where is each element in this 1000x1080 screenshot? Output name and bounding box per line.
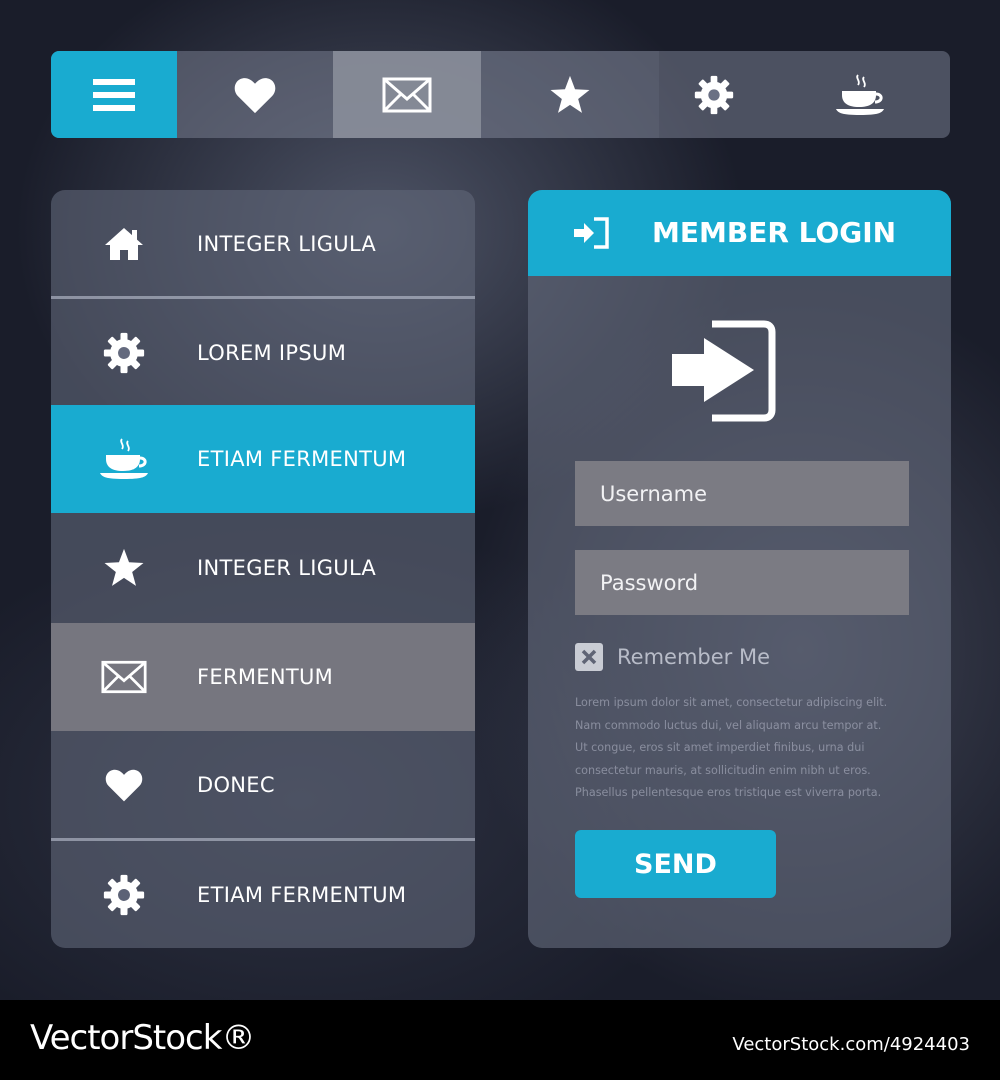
sidebar-item-etiam-fermentum-2[interactable]: ETIAM FERMENTUM: [51, 841, 475, 948]
sidebar-item-label: DONEC: [197, 773, 275, 797]
mail-icon: [101, 660, 147, 694]
sidebar-item-label: INTEGER LIGULA: [197, 232, 377, 256]
menu-icon: [93, 78, 135, 111]
sidebar-item-etiam-fermentum-active[interactable]: ETIAM FERMENTUM: [51, 405, 475, 513]
mail-icon: [382, 77, 432, 112]
topbar-favorites-button[interactable]: [177, 51, 333, 138]
description-line: Phasellus pellentesque eros tristique es…: [575, 786, 882, 799]
watermark-id: VectorStock.com/4924403: [732, 1034, 970, 1055]
sidebar-item-fermentum[interactable]: FERMENTUM: [51, 623, 475, 731]
heart-icon: [105, 769, 143, 802]
description-text: Lorem ipsum dolor sit amet, consectetur …: [575, 692, 925, 805]
remember-me-checkbox[interactable]: [575, 643, 603, 671]
side-menu: INTEGER LIGULA LOREM IPSUM ETIAM FERMENT…: [51, 190, 475, 948]
heart-icon: [234, 77, 276, 113]
description-line: Ut congue, eros sit amet imperdiet finib…: [575, 741, 865, 754]
sidebar-item-label: FERMENTUM: [197, 665, 334, 689]
description-line: Lorem ipsum dolor sit amet, consectetur …: [575, 696, 888, 709]
sidebar-item-label: ETIAM FERMENTUM: [197, 447, 407, 471]
topbar-menu-button[interactable]: [51, 51, 177, 138]
sign-in-icon: [574, 217, 609, 249]
sidebar-item-label: LOREM IPSUM: [197, 341, 347, 365]
login-header: MEMBER LOGIN: [528, 190, 951, 276]
sidebar-item-integer-ligula-2[interactable]: INTEGER LIGULA: [51, 514, 475, 622]
top-nav-bar: [51, 51, 950, 138]
send-button[interactable]: SEND: [575, 830, 776, 898]
gear-icon: [103, 874, 145, 916]
sidebar-item-integer-ligula[interactable]: INTEGER LIGULA: [51, 190, 475, 298]
sign-in-icon: [672, 320, 776, 422]
sidebar-item-label: INTEGER LIGULA: [197, 556, 377, 580]
username-field[interactable]: [575, 461, 909, 526]
topbar-settings-button[interactable]: [659, 51, 769, 138]
star-icon: [550, 75, 590, 113]
member-login-panel: MEMBER LOGIN Remember Me Lorem ipsum dol…: [528, 190, 951, 948]
description-line: Nam commodo luctus dui, vel aliquam arcu…: [575, 718, 882, 732]
coffee-cup-icon: [835, 73, 884, 115]
sidebar-item-label: ETIAM FERMENTUM: [197, 883, 407, 907]
close-icon: [581, 649, 597, 665]
topbar-mail-button[interactable]: [333, 51, 481, 138]
sidebar-item-donec[interactable]: DONEC: [51, 731, 475, 839]
watermark-logo: VectorStock®: [30, 1018, 255, 1058]
sidebar-item-lorem-ipsum[interactable]: LOREM IPSUM: [51, 299, 475, 407]
description-line: consectetur mauris, at sollicitudin enim…: [575, 763, 871, 777]
remember-me[interactable]: Remember Me: [575, 643, 770, 671]
remember-me-label: Remember Me: [617, 645, 770, 669]
topbar-coffee-button[interactable]: [769, 51, 950, 138]
star-icon: [104, 548, 144, 586]
password-field[interactable]: [575, 550, 909, 615]
topbar-star-button[interactable]: [481, 51, 659, 138]
login-title: MEMBER LOGIN: [652, 216, 897, 249]
gear-icon: [103, 332, 145, 374]
home-icon: [105, 228, 143, 260]
coffee-cup-icon: [100, 438, 148, 479]
gear-icon: [694, 75, 734, 114]
